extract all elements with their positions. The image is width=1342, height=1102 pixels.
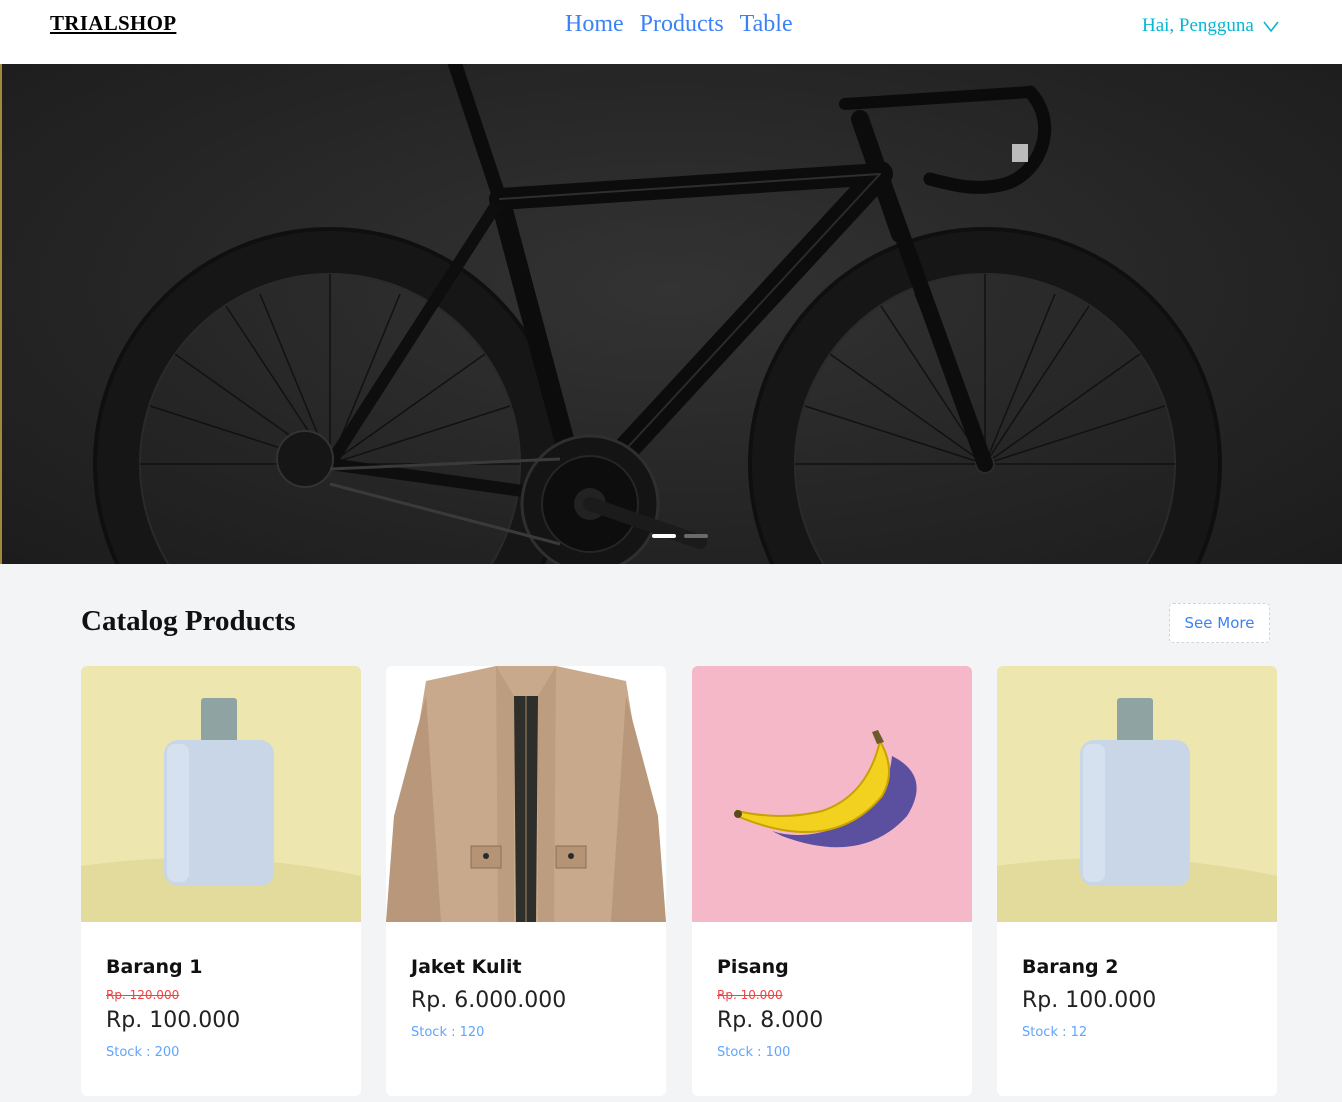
product-name: Jaket Kulit xyxy=(411,956,522,978)
product-old-price: Rp. 120.000 xyxy=(106,988,180,1002)
brand-logo-link[interactable]: TRIALSHOP xyxy=(50,11,176,36)
product-info: Barang 2 Rp. 100.000 Stock : 12 xyxy=(1022,956,1257,1040)
bottle-image xyxy=(81,666,361,922)
product-name: Barang 2 xyxy=(1022,956,1119,978)
chevron-down-icon xyxy=(1263,21,1279,33)
bottle-image xyxy=(997,666,1277,922)
product-info: Barang 1 Rp. 120.000 Rp. 100.000 Stock :… xyxy=(106,956,341,1060)
product-stock: Stock : 200 xyxy=(106,1045,180,1060)
product-name: Pisang xyxy=(717,956,789,978)
product-old-price: Rp. 10.000 xyxy=(717,988,783,1002)
product-image xyxy=(997,666,1277,922)
hero-carousel[interactable] xyxy=(0,64,1342,564)
product-price: Rp. 8.000 xyxy=(717,1008,824,1033)
product-info: Jaket Kulit Rp. 6.000.000 Stock : 120 xyxy=(411,956,646,1040)
jacket-image xyxy=(386,666,666,922)
product-card[interactable]: Barang 2 Rp. 100.000 Stock : 12 xyxy=(997,666,1277,1096)
product-stock: Stock : 12 xyxy=(1022,1025,1088,1040)
carousel-indicators xyxy=(652,534,708,538)
see-more-button[interactable]: See More xyxy=(1169,603,1270,643)
front-wheel xyxy=(748,227,1222,564)
bicycle-image xyxy=(93,64,1222,564)
banana-image xyxy=(692,666,972,922)
product-image xyxy=(81,666,361,922)
user-menu-dropdown[interactable]: Hai, Pengguna xyxy=(1142,15,1280,37)
product-info: Pisang Rp. 10.000 Rp. 8.000 Stock : 100 xyxy=(717,956,952,1060)
main-nav: Home Products Table xyxy=(565,11,793,38)
rear-wheel xyxy=(93,227,567,564)
user-greeting: Hai, Pengguna xyxy=(1142,15,1254,36)
product-price: Rp. 100.000 xyxy=(1022,988,1157,1013)
product-card[interactable]: Barang 1 Rp. 120.000 Rp. 100.000 Stock :… xyxy=(81,666,361,1096)
product-card[interactable]: Pisang Rp. 10.000 Rp. 8.000 Stock : 100 xyxy=(692,666,972,1096)
catalog-title: Catalog Products xyxy=(81,605,296,637)
navbar: TRIALSHOP Home Products Table Hai, Pengg… xyxy=(0,0,1342,64)
product-image xyxy=(692,666,972,922)
nav-link-home[interactable]: Home xyxy=(565,11,624,38)
product-stock: Stock : 120 xyxy=(411,1025,485,1040)
carousel-dot-2[interactable] xyxy=(684,534,708,538)
product-price: Rp. 100.000 xyxy=(106,1008,241,1033)
product-price: Rp. 6.000.000 xyxy=(411,988,567,1013)
product-stock: Stock : 100 xyxy=(717,1045,791,1060)
nav-link-products[interactable]: Products xyxy=(640,11,724,38)
brake-lever-detail xyxy=(1012,144,1028,162)
product-card[interactable]: Jaket Kulit Rp. 6.000.000 Stock : 120 xyxy=(386,666,666,1096)
nav-link-table[interactable]: Table xyxy=(740,11,793,38)
carousel-dot-1[interactable] xyxy=(652,534,676,538)
product-name: Barang 1 xyxy=(106,956,203,978)
product-image xyxy=(386,666,666,922)
